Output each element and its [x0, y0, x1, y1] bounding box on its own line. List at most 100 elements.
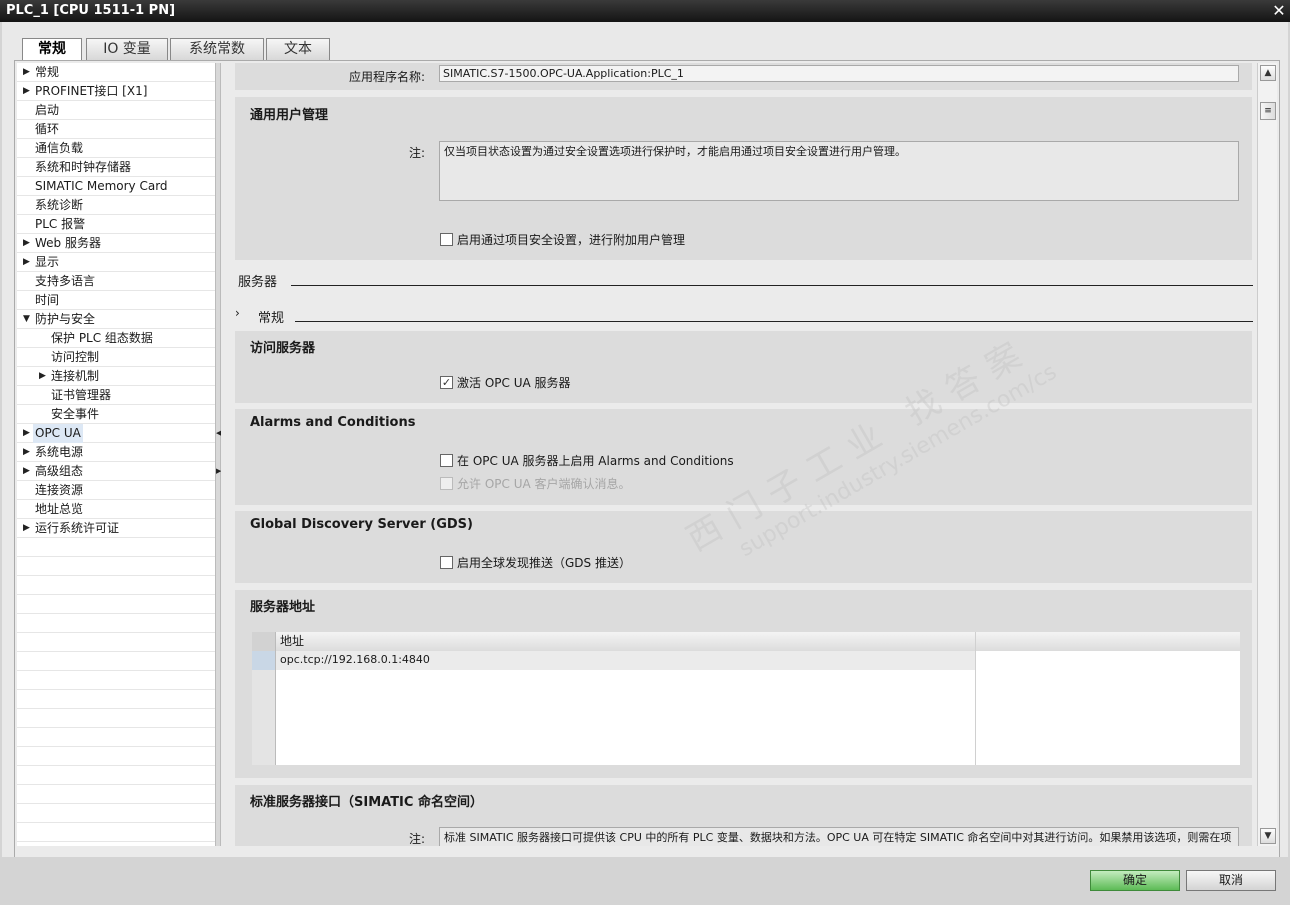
standard-interface-section: 标准服务器接口（SIMATIC 命名空间） 注: 标准 SIMATIC 服务器接…	[235, 785, 1252, 846]
checkbox-icon[interactable]	[440, 233, 453, 246]
tree-empty-row	[17, 709, 215, 728]
checkmark-icon[interactable]: ✓	[440, 376, 453, 389]
column-header-address[interactable]: 地址	[276, 632, 976, 651]
enable-alarms-checkbox[interactable]: 在 OPC UA 服务器上启用 Alarms and Conditions	[440, 452, 734, 469]
tree-item-memory-card[interactable]: SIMATIC Memory Card	[17, 177, 215, 196]
tree-item-address-overview[interactable]: 地址总览	[17, 500, 215, 519]
expand-icon[interactable]: ▶	[23, 63, 33, 82]
app-name-label: 应用程序名称:	[348, 70, 425, 84]
expand-icon[interactable]: ▶	[23, 253, 33, 272]
tree-empty-row	[17, 614, 215, 633]
activate-opcua-checkbox[interactable]: ✓ 激活 OPC UA 服务器	[440, 374, 571, 391]
alarms-section: Alarms and Conditions 在 OPC UA 服务器上启用 Al…	[235, 409, 1252, 505]
tab-io-tags[interactable]: IO 变量	[86, 38, 168, 60]
server-group-heading: 服务器	[238, 275, 278, 290]
scroll-down-icon[interactable]: ▼	[1260, 828, 1276, 844]
tree-empty-row	[17, 690, 215, 709]
tree-item-startup[interactable]: 启动	[17, 101, 215, 120]
scroll-thumb[interactable]: ≡	[1260, 102, 1276, 120]
tree-empty-row	[17, 557, 215, 576]
properties-dialog: 常规 IO 变量 系统常数 文本 ▶ 常规 ▶ PROFINET接口 [X1] 启动…	[2, 22, 1288, 903]
divider	[291, 285, 1253, 286]
tab-system-constants[interactable]: 系统常数	[170, 38, 264, 60]
table-row[interactable]	[252, 727, 1240, 746]
collapse-icon[interactable]: ▼	[23, 310, 33, 329]
expand-icon[interactable]: ▶	[23, 424, 33, 443]
tree-item-opc-ua[interactable]: ▶ OPC UA	[17, 424, 215, 443]
checkbox-icon	[440, 477, 453, 490]
table-row[interactable]	[252, 708, 1240, 727]
divider	[295, 321, 1253, 322]
tree-empty-row	[17, 804, 215, 823]
ok-button[interactable]: 确定	[1090, 870, 1180, 891]
expand-icon[interactable]: ▶	[39, 367, 49, 386]
title-bar: PLC_1 [CPU 1511-1 PN] ✕	[0, 0, 1290, 22]
tree-empty-row	[17, 747, 215, 766]
tree-item-multilingual[interactable]: 支持多语言	[17, 272, 215, 291]
close-icon[interactable]: ✕	[1270, 2, 1288, 20]
vertical-scrollbar[interactable]: ▲ ≡ ▼	[1257, 63, 1277, 846]
tree-item-display[interactable]: ▶ 显示	[17, 253, 215, 272]
tree-empty-row	[17, 538, 215, 557]
tree-item-general[interactable]: ▶ 常规	[17, 63, 215, 82]
expand-icon[interactable]: ▶	[23, 462, 33, 481]
tree-empty-row	[17, 823, 215, 842]
content-frame: ▶ 常规 ▶ PROFINET接口 [X1] 启动 循环 通信负载 系统和时钟存储器…	[14, 60, 1280, 870]
user-management-section: 通用用户管理 注: 仅当项目状态设置为通过安全设置选项进行保护时，才能启用通过项…	[235, 97, 1252, 260]
tree-item-time[interactable]: 时间	[17, 291, 215, 310]
section-title: 通用用户管理	[250, 108, 329, 123]
tree-item-access-control[interactable]: 访问控制	[17, 348, 215, 367]
client-ack-checkbox: 允许 OPC UA 客户端确认消息。	[440, 475, 631, 492]
tree-item-runtime-licenses[interactable]: ▶ 运行系统许可证	[17, 519, 215, 538]
table-header: 地址	[252, 632, 1240, 651]
tree-empty-row	[17, 728, 215, 747]
gds-push-checkbox[interactable]: 启用全球发现推送（GDS 推送）	[440, 554, 631, 571]
tree-item-comm-load[interactable]: 通信负载	[17, 139, 215, 158]
expand-icon[interactable]: ▶	[23, 519, 33, 538]
tree-item-connection-mechanisms[interactable]: ▶ 连接机制	[17, 367, 215, 386]
chevron-right-icon[interactable]: ›	[235, 306, 240, 320]
tree-item-diagnostics[interactable]: 系统诊断	[17, 196, 215, 215]
expand-icon[interactable]: ▶	[23, 82, 33, 101]
tree-item-clock-memory[interactable]: 系统和时钟存储器	[17, 158, 215, 177]
expand-icon[interactable]: ▶	[23, 443, 33, 462]
expand-icon[interactable]: ▶	[23, 234, 33, 253]
section-title: 访问服务器	[250, 341, 316, 356]
section-title: 服务器地址	[250, 600, 316, 615]
user-mgmt-checkbox[interactable]: 启用通过项目安全设置，进行附加用户管理	[440, 231, 685, 248]
tree-item-protection-security[interactable]: ▼ 防护与安全	[17, 310, 215, 329]
tree-item-web-server[interactable]: ▶ Web 服务器	[17, 234, 215, 253]
checkbox-icon[interactable]	[440, 454, 453, 467]
cancel-button[interactable]: 取消	[1186, 870, 1276, 891]
checkbox-icon[interactable]	[440, 556, 453, 569]
scroll-up-icon[interactable]: ▲	[1260, 65, 1276, 81]
section-title: Alarms and Conditions	[250, 415, 416, 430]
tree-item-system-power[interactable]: ▶ 系统电源	[17, 443, 215, 462]
tab-texts[interactable]: 文本	[266, 38, 330, 60]
note-text: 仅当项目状态设置为通过安全设置选项进行保护时，才能启用通过项目安全设置进行用户管…	[439, 141, 1239, 201]
app-name-section: 应用程序名称: SIMATIC.S7-1500.OPC-UA.Applicati…	[235, 63, 1252, 90]
table-row[interactable]	[252, 689, 1240, 708]
settings-pane: 应用程序名称: SIMATIC.S7-1500.OPC-UA.Applicati…	[221, 63, 1257, 846]
note-label: 注:	[408, 832, 425, 846]
window-title: PLC_1 [CPU 1511-1 PN]	[6, 3, 176, 18]
note-label: 注:	[408, 146, 425, 160]
tree-empty-row	[17, 633, 215, 652]
tree-item-connection-resources[interactable]: 连接资源	[17, 481, 215, 500]
app-name-field[interactable]: SIMATIC.S7-1500.OPC-UA.Application:PLC_1	[439, 65, 1239, 82]
tree-empty-row	[17, 576, 215, 595]
tree-item-plc-alarms[interactable]: PLC 报警	[17, 215, 215, 234]
tree-item-cycle[interactable]: 循环	[17, 120, 215, 139]
section-title: Global Discovery Server (GDS)	[250, 517, 473, 532]
table-row[interactable]	[252, 746, 1240, 765]
table-row[interactable]: opc.tcp://192.168.0.1:4840	[252, 651, 1240, 670]
tree-item-advanced-config[interactable]: ▶ 高级组态	[17, 462, 215, 481]
tree-item-security-events[interactable]: 安全事件	[17, 405, 215, 424]
general-group-heading[interactable]: 常规	[258, 307, 284, 326]
tab-general[interactable]: 常规	[22, 38, 82, 62]
tree-item-profinet[interactable]: ▶ PROFINET接口 [X1]	[17, 82, 215, 101]
tree-item-protect-config[interactable]: 保护 PLC 组态数据	[17, 329, 215, 348]
table-row[interactable]	[252, 670, 1240, 689]
note-text: 标准 SIMATIC 服务器接口可提供该 CPU 中的所有 PLC 变量、数据块…	[439, 827, 1239, 846]
tree-item-certificate-manager[interactable]: 证书管理器	[17, 386, 215, 405]
